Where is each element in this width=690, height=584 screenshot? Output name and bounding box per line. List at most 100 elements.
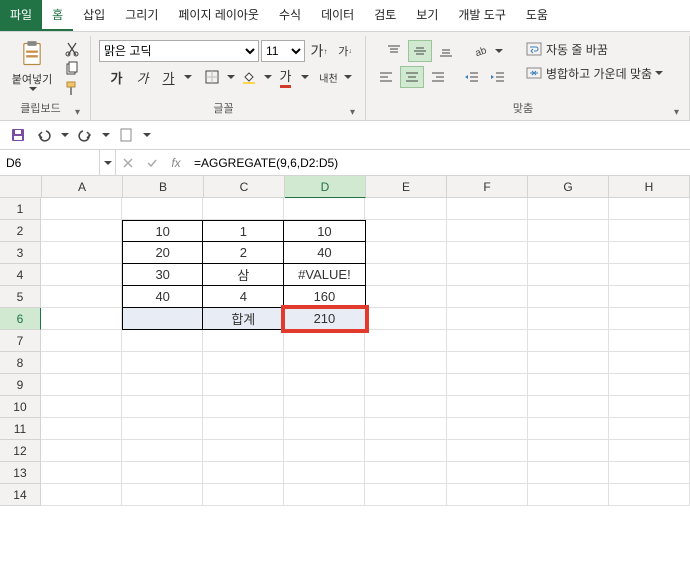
cell[interactable] <box>284 484 365 506</box>
decrease-font-icon[interactable]: 가↓ <box>333 40 357 62</box>
cell[interactable] <box>609 374 690 396</box>
cell[interactable] <box>203 396 284 418</box>
cell[interactable] <box>122 330 203 352</box>
cell[interactable] <box>609 396 690 418</box>
alignment-dialog-launcher[interactable]: ▾ <box>672 107 681 118</box>
cell[interactable] <box>366 308 447 330</box>
cell[interactable] <box>447 264 528 286</box>
tab-data[interactable]: 데이터 <box>311 0 364 31</box>
align-bottom-icon[interactable] <box>434 40 458 62</box>
row-header[interactable]: 11 <box>0 418 41 440</box>
cell[interactable]: 2 <box>203 242 284 264</box>
tab-view[interactable]: 보기 <box>406 0 448 31</box>
chevron-down-icon[interactable] <box>143 133 151 137</box>
cell[interactable] <box>609 352 690 374</box>
format-painter-icon[interactable] <box>62 80 82 98</box>
cell[interactable] <box>203 462 284 484</box>
cell[interactable] <box>203 374 284 396</box>
cell[interactable] <box>122 440 203 462</box>
cell[interactable] <box>609 242 690 264</box>
cell[interactable] <box>609 462 690 484</box>
cell[interactable] <box>122 484 203 506</box>
row-header[interactable]: 6 <box>0 308 41 330</box>
row-header[interactable]: 13 <box>0 462 41 484</box>
cell[interactable] <box>609 418 690 440</box>
row-header[interactable]: 1 <box>0 198 41 220</box>
cell[interactable] <box>41 198 122 220</box>
row-header[interactable]: 3 <box>0 242 41 264</box>
cell[interactable] <box>447 330 528 352</box>
cell[interactable] <box>447 352 528 374</box>
cell[interactable] <box>366 286 447 308</box>
paste-button[interactable]: 붙여넣기 <box>8 40 56 91</box>
align-top-icon[interactable] <box>382 40 406 62</box>
cell[interactable] <box>284 440 365 462</box>
name-box[interactable] <box>0 150 100 175</box>
cell[interactable] <box>609 484 690 506</box>
cell[interactable] <box>528 396 609 418</box>
align-right-icon[interactable] <box>426 66 450 88</box>
cell[interactable] <box>284 198 365 220</box>
cell[interactable] <box>284 330 365 352</box>
align-center-icon[interactable] <box>400 66 424 88</box>
tab-insert[interactable]: 삽입 <box>73 0 115 31</box>
row-header[interactable]: 9 <box>0 374 41 396</box>
cell[interactable]: 160 <box>284 286 365 308</box>
cell[interactable] <box>284 396 365 418</box>
cell[interactable] <box>528 264 609 286</box>
cell[interactable] <box>203 418 284 440</box>
column-header[interactable]: C <box>204 176 285 198</box>
cell[interactable] <box>122 352 203 374</box>
cell[interactable] <box>528 440 609 462</box>
select-all-corner[interactable] <box>0 176 42 198</box>
orientation-icon[interactable]: ab <box>468 40 492 62</box>
row-header[interactable]: 5 <box>0 286 41 308</box>
cell[interactable] <box>365 352 446 374</box>
underline-button[interactable]: 가 <box>157 66 181 88</box>
column-header[interactable]: G <box>528 176 609 198</box>
cell[interactable] <box>447 418 528 440</box>
insert-function-icon[interactable]: fx <box>164 150 188 175</box>
cell[interactable]: 10 <box>284 220 365 242</box>
cell[interactable] <box>203 198 284 220</box>
align-middle-icon[interactable] <box>408 40 432 62</box>
chevron-down-icon[interactable] <box>102 133 110 137</box>
tab-draw[interactable]: 그리기 <box>115 0 168 31</box>
chevron-down-icon[interactable] <box>61 133 69 137</box>
font-size-combo[interactable]: 11 <box>261 40 305 62</box>
cell[interactable] <box>609 264 690 286</box>
cell[interactable] <box>447 242 528 264</box>
cell[interactable] <box>609 308 690 330</box>
cell[interactable] <box>203 352 284 374</box>
column-header[interactable]: H <box>609 176 690 198</box>
increase-indent-icon[interactable] <box>486 66 510 88</box>
font-dialog-launcher[interactable]: ▾ <box>348 107 357 118</box>
redo-icon[interactable] <box>75 125 95 145</box>
cell[interactable] <box>365 330 446 352</box>
cell[interactable] <box>447 462 528 484</box>
cell[interactable] <box>284 374 365 396</box>
undo-icon[interactable] <box>34 125 54 145</box>
cell[interactable] <box>122 198 203 220</box>
cell[interactable]: 30 <box>122 264 203 286</box>
clipboard-dialog-launcher[interactable]: ▾ <box>73 107 82 118</box>
cell[interactable] <box>41 330 122 352</box>
tab-home[interactable]: 홈 <box>42 0 73 31</box>
cell[interactable] <box>447 286 528 308</box>
cut-icon[interactable] <box>62 40 82 58</box>
cell[interactable] <box>528 374 609 396</box>
cell[interactable] <box>447 374 528 396</box>
cell[interactable] <box>528 198 609 220</box>
new-file-icon[interactable] <box>116 125 136 145</box>
cell[interactable] <box>122 308 203 330</box>
cell[interactable] <box>122 462 203 484</box>
phonetic-icon[interactable]: 내천 <box>317 66 341 88</box>
cell[interactable] <box>609 330 690 352</box>
cell[interactable] <box>365 440 446 462</box>
cell[interactable] <box>447 198 528 220</box>
cell[interactable] <box>528 220 609 242</box>
cell[interactable] <box>122 374 203 396</box>
column-header[interactable]: B <box>123 176 204 198</box>
column-header[interactable]: F <box>447 176 528 198</box>
tab-developer[interactable]: 개발 도구 <box>448 0 516 31</box>
